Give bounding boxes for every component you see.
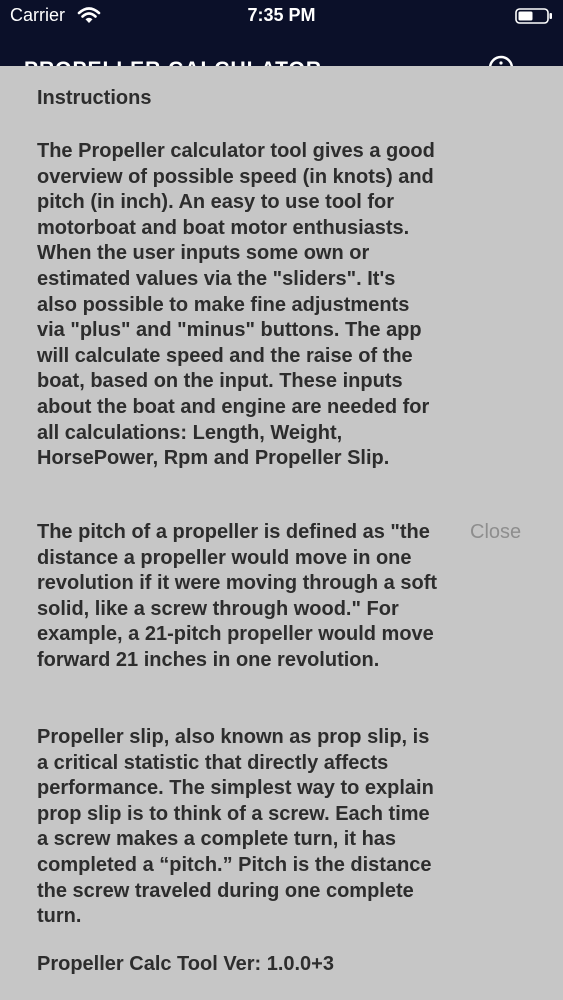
instructions-paragraph-slip: Propeller slip, also known as prop slip,…: [37, 726, 434, 928]
status-time: 7:35 PM: [247, 5, 316, 25]
instructions-paragraph-pitch: The pitch of a propeller is defined as "…: [37, 521, 438, 671]
info-icon[interactable]: [488, 55, 514, 66]
battery-icon: [515, 8, 552, 24]
close-button[interactable]: Close: [470, 521, 521, 544]
instructions-sheet: Instructions The Propeller calculator to…: [0, 66, 563, 1000]
app-title: PROPELLER CALCULATOR: [24, 58, 322, 66]
instructions-paragraph-overview: The Propeller calculator tool gives a go…: [37, 140, 435, 470]
instructions-title: Instructions: [37, 87, 152, 109]
version-label: Propeller Calc Tool Ver: 1.0.0+3: [37, 953, 334, 975]
top-bar: Carrier 7:35 PM PROPELLER CALCULATOR: [0, 0, 563, 66]
